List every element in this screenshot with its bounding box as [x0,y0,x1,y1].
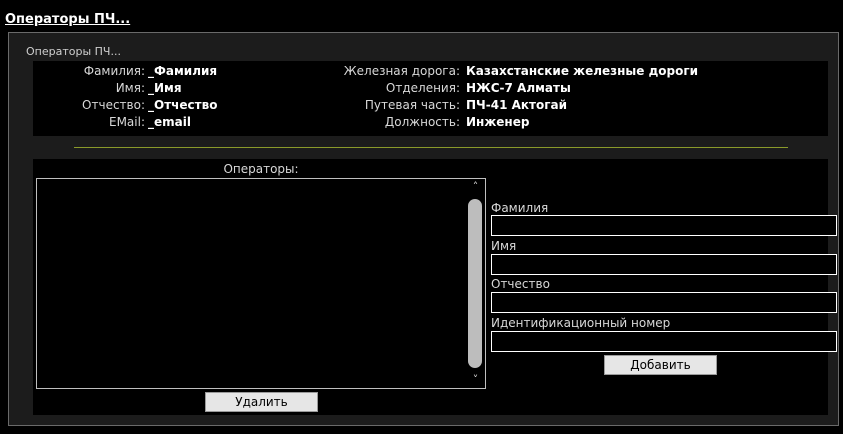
info-value-railway: Казахстанские железные дороги [466,64,699,78]
id-number-label: Идентификационный номер [491,316,671,330]
info-row-last-name: Фамилия: _Фамилия Железная дорога: Казах… [33,63,828,79]
info-caption: Операторы ПЧ... [26,45,121,58]
patronymic-input[interactable] [491,292,837,313]
operators-listbox[interactable] [36,178,486,389]
last-name-label: Фамилия [491,201,549,215]
info-label-track-unit: Путевая часть: [364,98,460,112]
delete-button[interactable]: Удалить [205,392,318,412]
operator-info-box: Фамилия: _Фамилия Железная дорога: Казах… [33,61,828,136]
add-button[interactable]: Добавить [604,355,717,375]
id-number-input[interactable] [491,331,837,352]
divider-line [74,147,788,148]
first-name-label: Имя [491,239,517,253]
info-row-email: EMail: _email Должность: Инженер [33,114,828,130]
info-value-position: Инженер [466,115,530,129]
info-label-position: Должность: [384,115,460,129]
info-label-railway: Железная дорога: [343,64,460,78]
operators-scrollbar[interactable]: ˄ ˅ [466,179,485,388]
last-name-input[interactable] [491,215,837,236]
chevron-down-icon[interactable]: ˅ [466,372,485,388]
scrollbar-thumb[interactable] [468,199,482,368]
chevron-up-icon[interactable]: ˄ [466,179,485,195]
info-row-first-name: Имя: _Имя Отделения: НЖС-7 Алматы [33,80,828,96]
page-title[interactable]: Операторы ПЧ... [5,12,130,27]
operators-caption: Операторы: [223,162,299,176]
patronymic-label: Отчество [491,277,550,291]
info-value-track-unit: ПЧ-41 Актогай [466,98,568,112]
info-row-patronymic: Отчество: _Отчество Путевая часть: ПЧ-41… [33,97,828,113]
info-value-division: НЖС-7 Алматы [466,81,571,95]
info-label-division: Отделения: [385,81,460,95]
first-name-input[interactable] [491,254,837,275]
